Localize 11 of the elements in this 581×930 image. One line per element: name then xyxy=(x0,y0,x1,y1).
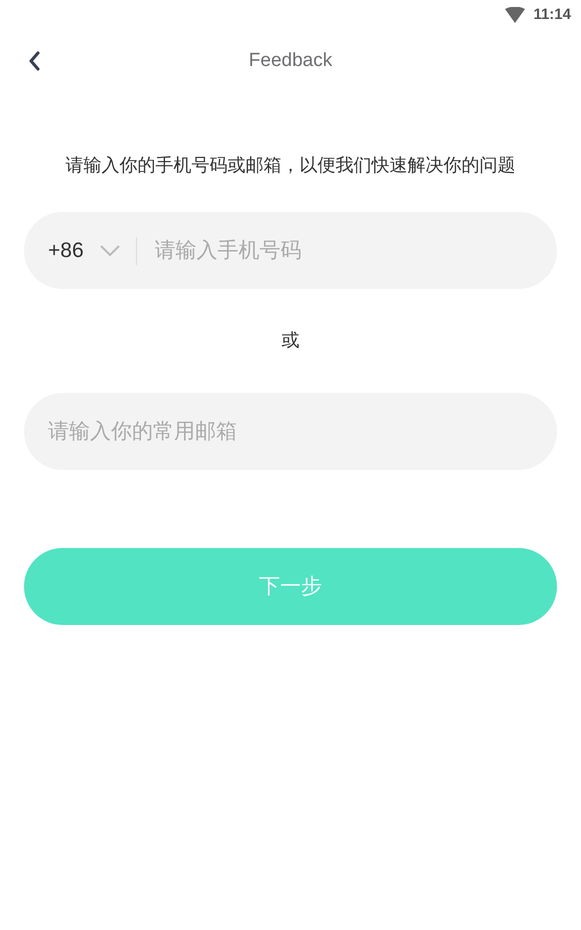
back-icon xyxy=(28,50,40,71)
wifi-icon xyxy=(505,7,526,23)
status-time: 11:14 xyxy=(533,4,571,25)
email-field[interactable]: 请输入你的常用邮箱 xyxy=(24,393,557,470)
instruction-text: 请输入你的手机号码或邮箱，以便我们快速解决你的问题 xyxy=(64,154,516,177)
back-button[interactable] xyxy=(28,49,40,73)
country-code-dropdown[interactable]: +86 xyxy=(48,234,120,266)
phone-field[interactable]: +86 请输入手机号码 xyxy=(24,212,557,289)
separator-text: 或 xyxy=(280,329,300,352)
chevron-down-icon xyxy=(100,245,120,256)
page-title: Feedback xyxy=(248,48,332,73)
